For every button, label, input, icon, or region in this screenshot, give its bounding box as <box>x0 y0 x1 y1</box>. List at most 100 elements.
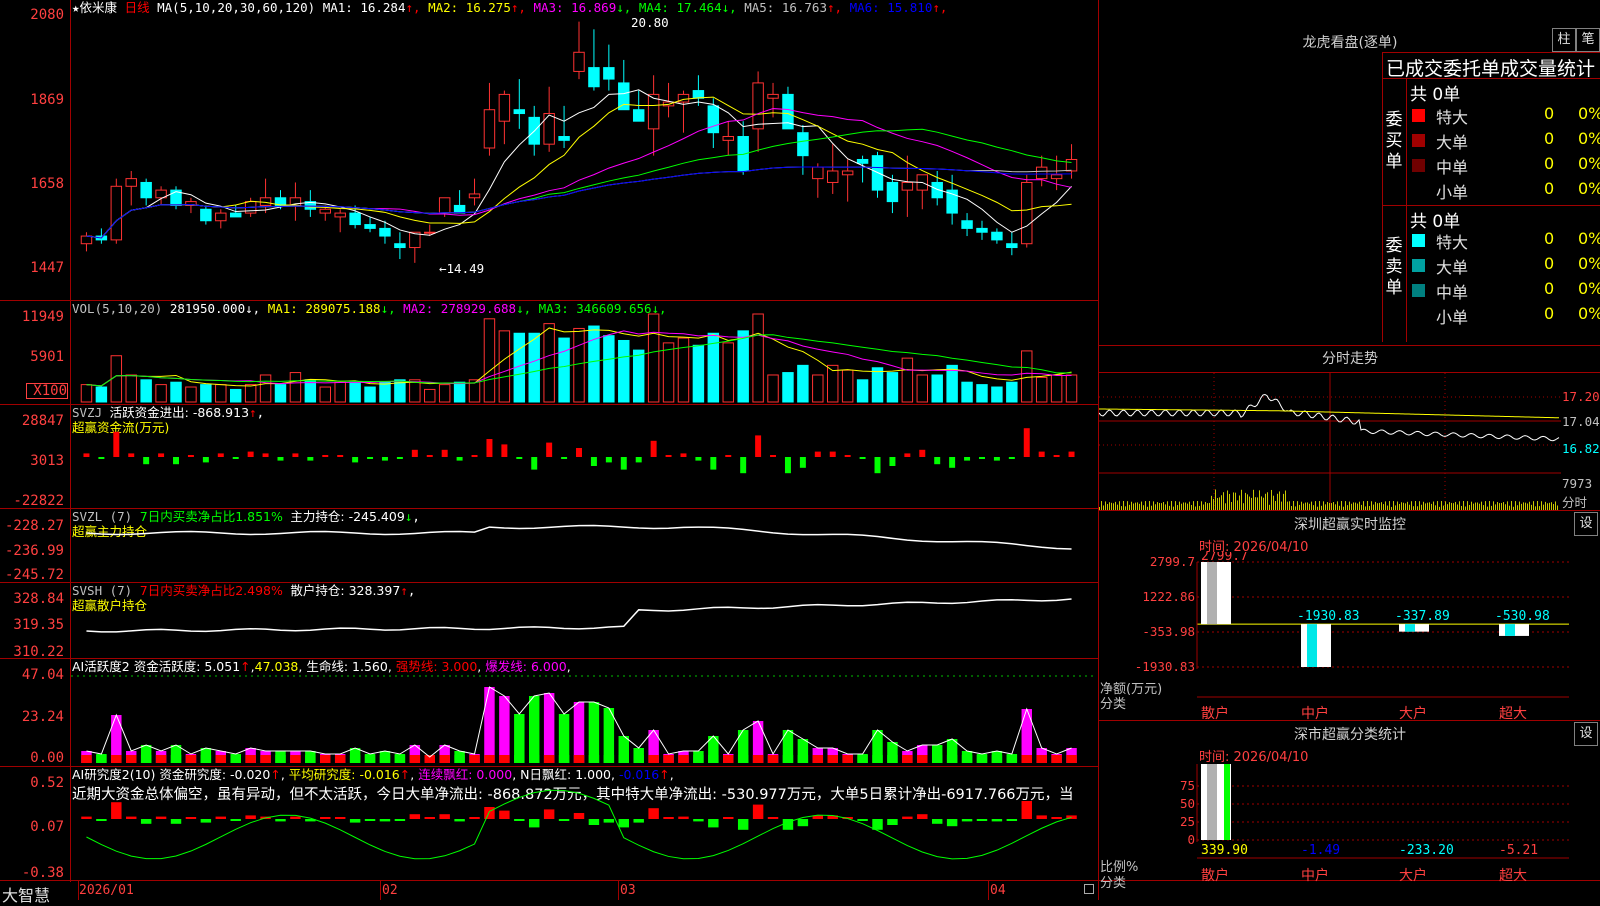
volume-bar <box>737 330 749 403</box>
intraday-volume-bar <box>1217 497 1218 510</box>
volume-bar <box>1050 374 1063 403</box>
volume-bar <box>125 374 137 403</box>
candle-body <box>394 243 406 249</box>
intraday-volume-bar <box>1253 489 1254 510</box>
fund-flow-bar <box>247 451 254 457</box>
fund-flow-bar <box>695 457 702 461</box>
intraday-volume-bar <box>1285 490 1286 510</box>
intraday-volume-bar <box>1353 502 1354 510</box>
intraday-tick: 7973 <box>1562 476 1593 491</box>
tick-view-button[interactable]: 笔 <box>1576 28 1600 52</box>
y-tick: -22822 <box>13 493 64 509</box>
orderbook-row[interactable]: 中单 0 0% <box>1410 154 1600 178</box>
orderbook-row[interactable]: 特大 0 0% <box>1410 104 1600 128</box>
svzj-chart[interactable] <box>71 405 1097 508</box>
sz-class-title: 深市超赢分类统计 <box>1294 727 1406 743</box>
activity-base-bar <box>827 755 838 763</box>
intraday-volume-bar <box>1229 493 1230 510</box>
research-bar <box>484 807 495 819</box>
candle-body <box>1050 174 1063 180</box>
activity-base-bar <box>797 755 809 763</box>
activity-base-bar <box>976 755 988 763</box>
orderbook-row[interactable]: 特大 0 0% <box>1410 229 1600 253</box>
order-count: 0 <box>1544 179 1555 198</box>
orderbook-row[interactable]: 小单 0 0% <box>1410 179 1600 203</box>
intraday-volume-bar <box>1529 501 1530 510</box>
research-bar <box>379 819 391 822</box>
intraday-volume-bar <box>1371 501 1372 510</box>
intraday-chart[interactable] <box>1099 373 1561 510</box>
intraday-volume-bar <box>1499 503 1500 510</box>
svzl-chart[interactable] <box>71 509 1097 582</box>
candle-body <box>80 235 93 245</box>
order-size-label: 中单 <box>1436 283 1469 302</box>
net-flow-value: 2799.7 <box>1201 552 1248 564</box>
intraday-volume-bar <box>1449 502 1450 510</box>
volume-chart[interactable] <box>71 301 1097 404</box>
intraday-volume-bar <box>1115 501 1116 510</box>
research-bar <box>81 816 92 819</box>
fund-flow-bar <box>949 457 956 468</box>
activity-base-bar <box>230 755 241 763</box>
intraday-volume-bar <box>1523 502 1524 510</box>
research-bar <box>708 819 719 828</box>
intraday-volume-bar <box>1189 501 1190 510</box>
activity-base-bar <box>140 755 152 763</box>
svsh-chart[interactable] <box>71 583 1097 658</box>
activity-base-bar <box>409 755 421 763</box>
activity-base-bar <box>663 755 674 763</box>
intraday-volume-bar <box>1423 501 1424 510</box>
candle-body <box>379 227 391 237</box>
column-view-button[interactable]: 柱 <box>1552 28 1576 52</box>
sz-monitor-chart[interactable]: 2799.71222.86-353.98-1930.832799.7散户-193… <box>1099 552 1600 722</box>
fund-flow-bar <box>784 457 791 474</box>
ai-research-chart[interactable] <box>71 767 1097 880</box>
order-count: 0 <box>1544 254 1555 273</box>
fund-flow-bar <box>964 457 971 461</box>
order-count: 0 <box>1544 129 1555 148</box>
sz-class-chart[interactable]: 75 50 25 0 339.90 散户 -1.49 中户 -233.20 大户 -5.21 超大 <box>1099 762 1600 900</box>
intraday-volume-bar <box>1433 501 1434 510</box>
intraday-volume-bar <box>1273 495 1274 510</box>
candle-body <box>334 212 346 218</box>
intraday-volume-bar <box>1315 501 1316 510</box>
activity-base-bar <box>1021 755 1032 763</box>
candlestick-chart[interactable]: 20.80 ←14.49 <box>71 0 1097 300</box>
orderbook-row[interactable]: 大单 0 0% <box>1410 254 1600 278</box>
fund-flow-bar <box>232 457 239 459</box>
orderbook-row[interactable]: 小单 0 0% <box>1410 304 1600 328</box>
intraday-volume-bar <box>1459 501 1460 510</box>
activity-base-bar <box>126 755 137 763</box>
order-size-label: 特大 <box>1436 233 1469 252</box>
net-flow-bar-shade <box>1405 624 1415 632</box>
vol-unit-badge[interactable]: X100 <box>26 383 68 399</box>
volume-bar <box>632 349 645 403</box>
lock-icon[interactable] <box>1084 884 1094 894</box>
ai-active-chart[interactable] <box>71 659 1097 766</box>
intraday-volume-bar <box>1105 501 1106 510</box>
activity-bar <box>573 702 585 763</box>
y-tick: -0.38 <box>21 865 64 881</box>
activity-base-bar <box>290 755 301 763</box>
activity-base-bar <box>678 755 689 763</box>
fund-flow-bar <box>635 457 642 463</box>
fund-flow-bar <box>1023 428 1030 457</box>
monitor-settings-button[interactable]: 设 <box>1574 512 1598 536</box>
lhb-title: 龙虎看盘(逐单) <box>1302 35 1398 51</box>
research-bar <box>767 817 779 819</box>
research-bar <box>1036 815 1047 819</box>
orderbook-row[interactable]: 大单 0 0% <box>1410 129 1600 153</box>
activity-base-bar <box>245 755 256 763</box>
intraday-volume-bar <box>1363 501 1364 510</box>
activity-base-bar <box>185 755 197 763</box>
order-pct: 0% <box>1578 229 1600 248</box>
intraday-volume-bar <box>1261 496 1262 510</box>
activity-base-bar <box>648 755 659 763</box>
low-label: ←14.49 <box>439 261 484 276</box>
y-tick: -228.27 <box>4 518 64 534</box>
class-settings-button[interactable]: 设 <box>1574 722 1598 746</box>
intraday-volume-bar <box>1159 502 1160 510</box>
activity-base-bar <box>81 755 92 763</box>
fund-flow-bar <box>770 455 777 457</box>
orderbook-row[interactable]: 中单 0 0% <box>1410 279 1600 303</box>
